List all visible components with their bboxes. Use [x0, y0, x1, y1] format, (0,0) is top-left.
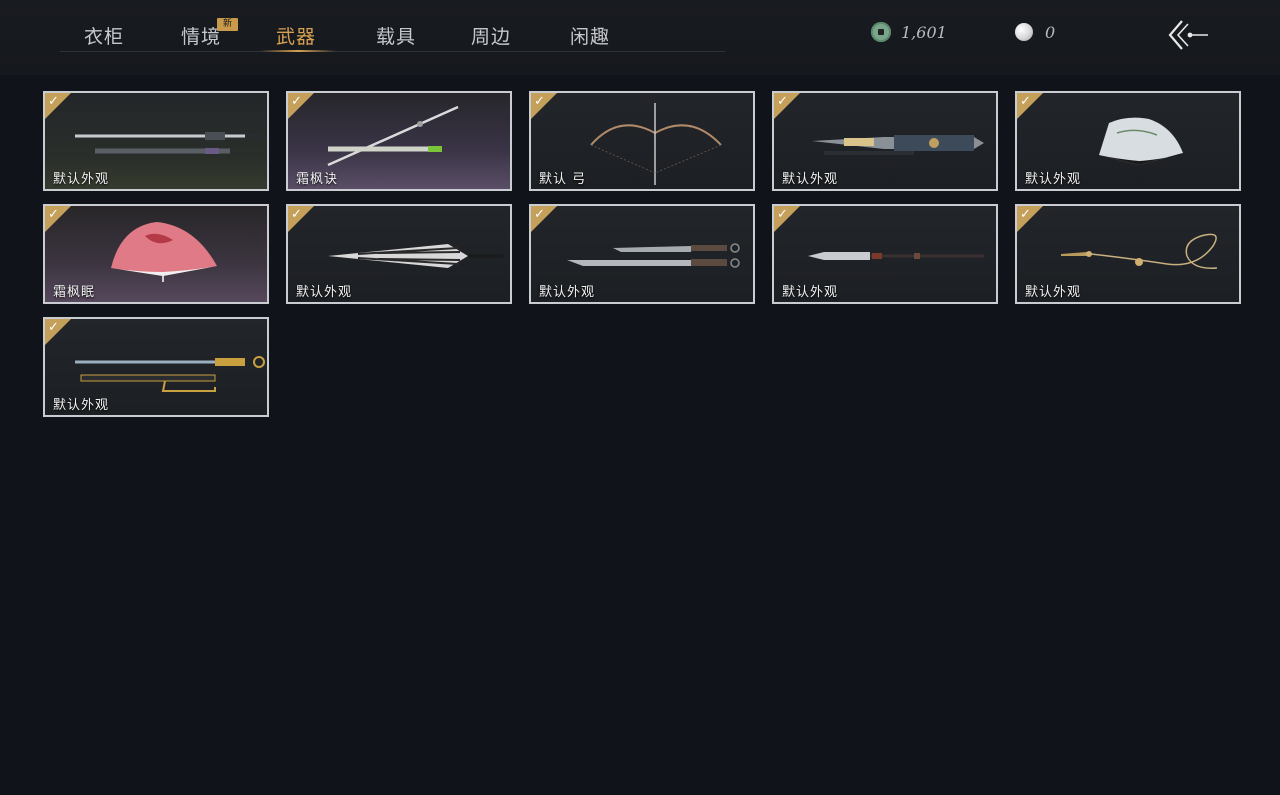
- weapon-card[interactable]: ✓ 霜枫诀: [286, 91, 512, 191]
- tab-leisure[interactable]: 闲趣: [570, 22, 610, 50]
- item-label: 默认 弓: [539, 172, 587, 187]
- back-button[interactable]: [1166, 18, 1210, 52]
- item-label: 默认外观: [782, 172, 839, 187]
- check-icon: ✓: [48, 207, 59, 222]
- item-label: 默认外观: [1025, 172, 1082, 187]
- check-icon: ✓: [48, 94, 59, 109]
- tabs-divider: [60, 51, 725, 52]
- check-icon: ✓: [777, 94, 788, 109]
- item-label: 默认外观: [539, 285, 596, 300]
- weapon-card[interactable]: ✓ 默认外观: [1015, 91, 1241, 191]
- active-tab-indicator: [260, 50, 336, 52]
- check-icon: ✓: [1020, 207, 1031, 222]
- back-arrow-icon: [1168, 20, 1208, 50]
- tab-vehicle[interactable]: 载具: [376, 22, 416, 50]
- item-label: 默认外观: [782, 285, 839, 300]
- check-icon: ✓: [291, 207, 302, 222]
- item-label: 霜枫眠: [53, 285, 96, 300]
- weapon-card[interactable]: ✓ 默认外观: [772, 91, 998, 191]
- new-badge: 新: [217, 18, 238, 31]
- check-icon: ✓: [534, 207, 545, 222]
- check-icon: ✓: [48, 320, 59, 335]
- tab-weapon[interactable]: 武器: [276, 22, 316, 50]
- weapon-card[interactable]: ✓ 默认 弓: [529, 91, 755, 191]
- weapon-card[interactable]: ✓ 默认外观: [1015, 204, 1241, 304]
- jade-coin-icon: [871, 22, 891, 42]
- weapon-card[interactable]: ✓ 默认外观: [529, 204, 755, 304]
- jade-currency-value: 1,601: [901, 22, 947, 42]
- tab-scene[interactable]: 情境: [181, 22, 221, 50]
- pearl-icon: [1015, 23, 1033, 41]
- pearl-currency: 0: [1015, 20, 1055, 44]
- tab-wardrobe[interactable]: 衣柜: [84, 22, 124, 50]
- check-icon: ✓: [777, 207, 788, 222]
- item-label: 默认外观: [296, 285, 353, 300]
- item-label: 默认外观: [53, 398, 110, 413]
- item-label: 默认外观: [1025, 285, 1082, 300]
- weapon-card[interactable]: ✓ 默认外观: [43, 91, 269, 191]
- check-icon: ✓: [291, 94, 302, 109]
- weapon-card[interactable]: ✓ 默认外观: [43, 317, 269, 417]
- jade-currency: 1,601: [871, 20, 947, 44]
- weapon-card[interactable]: ✓ 默认外观: [772, 204, 998, 304]
- item-label: 霜枫诀: [296, 172, 339, 187]
- weapon-card[interactable]: ✓ 默认外观: [286, 204, 512, 304]
- item-label: 默认外观: [53, 172, 110, 187]
- weapon-card[interactable]: ✓ 霜枫眠: [43, 204, 269, 304]
- pearl-currency-value: 0: [1045, 22, 1056, 42]
- check-icon: ✓: [534, 94, 545, 109]
- tab-merch[interactable]: 周边: [471, 22, 511, 50]
- check-icon: ✓: [1020, 94, 1031, 109]
